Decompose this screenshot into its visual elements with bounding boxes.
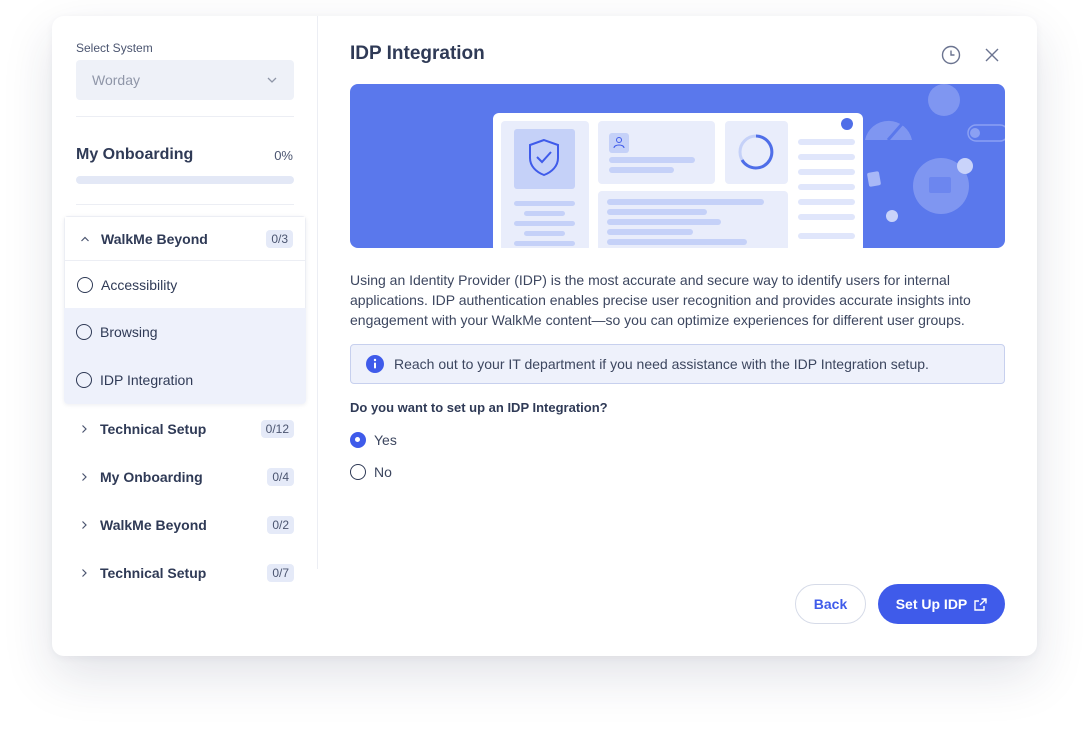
task-label: Browsing xyxy=(100,324,158,340)
task-group-label: WalkMe Beyond xyxy=(101,230,208,247)
select-system-label: Select System xyxy=(76,41,153,55)
onboarding-progress-bar xyxy=(76,176,294,184)
info-icon xyxy=(366,355,384,373)
divider xyxy=(76,204,294,205)
system-select[interactable]: Worday xyxy=(76,60,294,100)
task-label: Accessibility xyxy=(101,276,178,293)
set-up-idp-label: Set Up IDP xyxy=(895,596,968,612)
history-icon[interactable] xyxy=(940,44,962,66)
hero-illustration xyxy=(350,84,1005,248)
option-label: No xyxy=(374,464,392,480)
task-group-walkme-beyond[interactable]: WalkMe Beyond 0/2 xyxy=(64,501,306,549)
task-group-count-badge: 0/4 xyxy=(267,468,294,486)
external-link-icon xyxy=(974,597,987,611)
task-status-circle xyxy=(76,372,92,388)
chevron-right-icon xyxy=(82,425,87,433)
task-group-count-badge: 0/3 xyxy=(266,229,293,248)
set-up-idp-button[interactable]: Set Up IDP xyxy=(878,584,1005,624)
task-item-browsing[interactable]: Browsing xyxy=(64,308,306,356)
close-icon[interactable] xyxy=(982,45,1002,65)
onboarding-modal: Select System Worday My Onboarding 0% Wa… xyxy=(52,16,1037,656)
sidebar: Select System Worday My Onboarding 0% Wa… xyxy=(52,16,318,582)
page-title: IDP Integration xyxy=(350,43,485,64)
option-yes[interactable]: Yes xyxy=(350,430,397,450)
radio-unselected[interactable] xyxy=(350,464,366,480)
onboarding-progress-percent: 0% xyxy=(274,148,293,163)
task-group-label: WalkMe Beyond xyxy=(100,517,207,533)
task-item-accessibility[interactable]: Accessibility xyxy=(64,260,306,308)
task-status-circle xyxy=(76,324,92,340)
back-button[interactable]: Back xyxy=(795,584,866,624)
chevron-right-icon xyxy=(82,473,87,481)
option-label: Yes xyxy=(374,432,397,448)
task-label: IDP Integration xyxy=(100,372,194,388)
task-group-label: Technical Setup xyxy=(100,421,207,437)
description-text: Using an Identity Provider (IDP) is the … xyxy=(350,272,971,328)
radio-selected[interactable] xyxy=(350,432,366,448)
task-group-walkme-beyond-expanded: WalkMe Beyond 0/3 Accessibility Browsing… xyxy=(64,216,306,404)
info-text: Reach out to your IT department if you n… xyxy=(394,356,929,372)
chevron-right-icon xyxy=(82,569,87,577)
task-item-idp-integration[interactable]: IDP Integration xyxy=(64,356,306,404)
question-label: Do you want to set up an IDP Integration… xyxy=(350,400,608,415)
task-group-technical-setup[interactable]: Technical Setup 0/12 xyxy=(64,405,306,453)
task-group-count-badge: 0/7 xyxy=(267,564,294,582)
task-group-header[interactable]: WalkMe Beyond 0/3 xyxy=(64,216,306,260)
task-status-circle xyxy=(77,276,93,293)
dashboard-illustration xyxy=(493,84,1005,248)
chevron-down-icon xyxy=(267,77,277,83)
task-group-count-badge: 0/2 xyxy=(267,516,294,534)
chevron-right-icon xyxy=(82,521,87,529)
divider xyxy=(76,116,294,117)
onboarding-title: My Onboarding xyxy=(76,146,194,163)
option-no[interactable]: No xyxy=(350,462,392,482)
task-group-count-badge: 0/12 xyxy=(260,420,294,438)
task-group-label: My Onboarding xyxy=(100,469,203,485)
chevron-up-icon xyxy=(81,236,89,241)
task-group-my-onboarding[interactable]: My Onboarding 0/4 xyxy=(64,453,306,501)
task-group-label: Technical Setup xyxy=(100,565,207,581)
system-select-value: Worday xyxy=(92,72,140,88)
task-group-technical-setup-2[interactable]: Technical Setup 0/7 xyxy=(64,549,306,597)
info-banner: Reach out to your IT department if you n… xyxy=(350,344,1005,384)
